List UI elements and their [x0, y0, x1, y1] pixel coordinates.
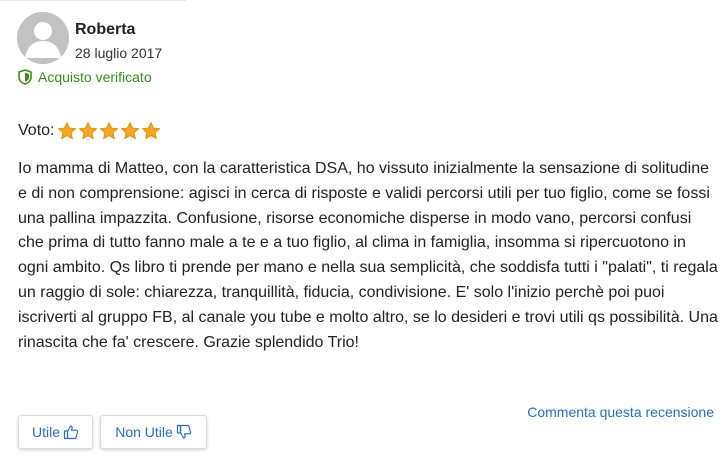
star-icon — [57, 121, 77, 141]
review-date: 28 luglio 2017 — [75, 45, 163, 61]
verified-label: Acquisto verificato — [38, 69, 152, 85]
not-useful-label: Non Utile — [115, 424, 173, 440]
useful-label: Utile — [31, 424, 60, 440]
star-icon — [141, 121, 161, 141]
rating-label: Voto: — [18, 122, 55, 139]
avatar — [17, 12, 69, 64]
rating-stars — [57, 121, 162, 141]
user-avatar-icon — [17, 12, 69, 64]
thumbs-down-icon — [176, 424, 192, 440]
review-text: Io mamma di Matteo, con la caratteristic… — [18, 160, 718, 351]
author-name: Roberta — [75, 21, 136, 38]
rating: Voto: — [18, 119, 162, 143]
not-useful-button[interactable]: Non Utile — [100, 415, 207, 449]
top-divider — [0, 0, 186, 1]
shield-check-icon — [18, 69, 32, 85]
star-icon — [99, 121, 119, 141]
useful-button[interactable]: Utile — [18, 415, 93, 449]
thumbs-up-icon — [63, 424, 79, 440]
comment-review-link[interactable]: Commenta questa recensione — [527, 404, 714, 420]
star-icon — [120, 121, 140, 141]
review-card: Roberta 28 luglio 2017 Acquisto verifica… — [0, 0, 727, 467]
star-icon — [78, 121, 98, 141]
verified-purchase-badge: Acquisto verificato — [18, 67, 152, 87]
